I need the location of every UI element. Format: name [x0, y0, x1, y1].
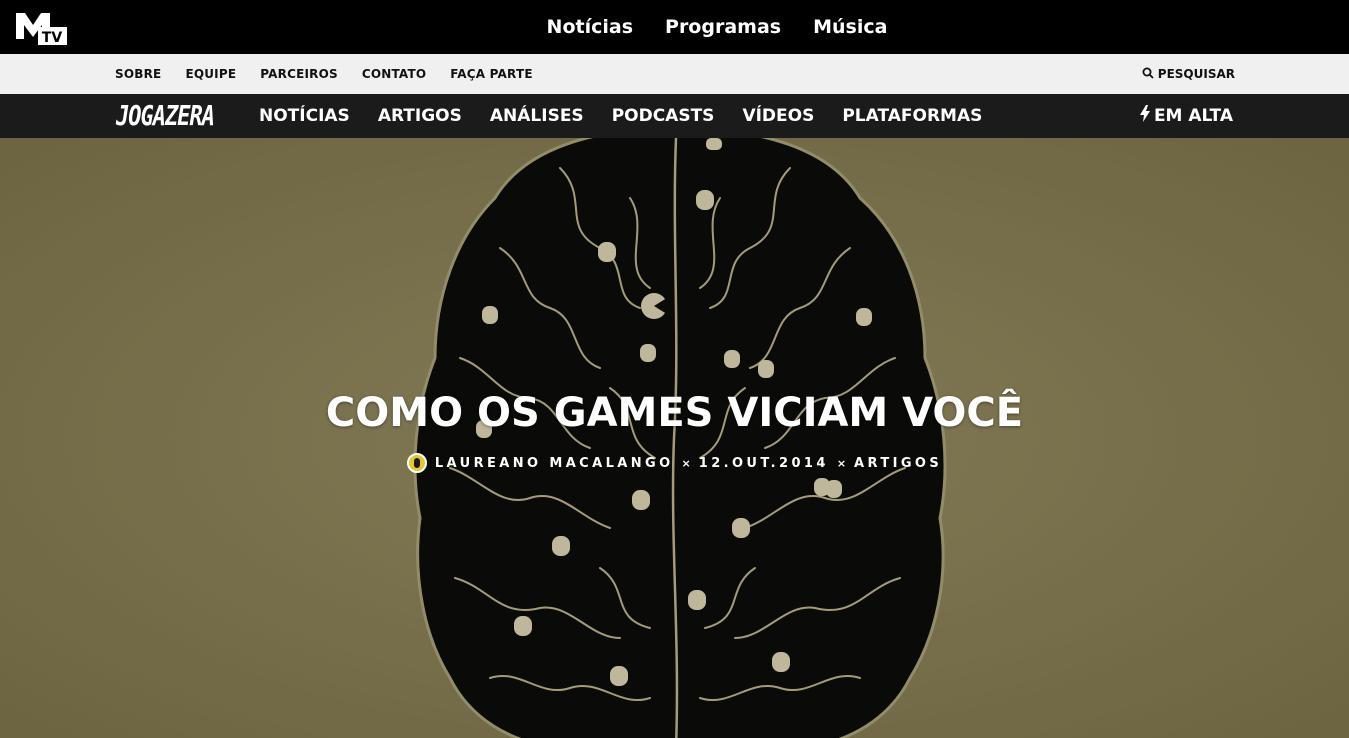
jg-nav-videos[interactable]: VÍDEOS [742, 106, 814, 126]
jg-nav-noticias[interactable]: NOTÍCIAS [259, 106, 350, 126]
jg-nav-analises[interactable]: ANÁLISES [490, 106, 584, 126]
jg-nav-artigos[interactable]: ARTIGOS [378, 106, 462, 126]
mtv-header: TV Notícias Programas Música [0, 0, 1349, 54]
article-title[interactable]: COMO OS GAMES VICIAM VOCÊ [0, 390, 1349, 436]
article-date: 12.OUT.2014 [698, 455, 829, 471]
subnav-faca-parte[interactable]: FAÇA PARTE [450, 67, 532, 81]
search-icon [1142, 67, 1154, 82]
subnav-parceiros[interactable]: PARCEIROS [260, 67, 338, 81]
jogazera-nav: NOTÍCIAS ARTIGOS ANÁLISES PODCASTS VÍDEO… [259, 94, 982, 138]
secondary-nav: SOBRE EQUIPE PARCEIROS CONTATO FAÇA PART… [115, 54, 533, 94]
article-author[interactable]: LAUREANO MACALANGO [435, 456, 674, 471]
subnav-contato[interactable]: CONTATO [362, 67, 426, 81]
jogazera-nav-bar: JOGAZERA NOTÍCIAS ARTIGOS ANÁLISES PODCA… [0, 94, 1349, 138]
trending-button[interactable]: EM ALTA [1139, 94, 1233, 138]
jogazera-logo[interactable]: JOGAZERA [116, 101, 215, 132]
secondary-nav-bar: SOBRE EQUIPE PARCEIROS CONTATO FAÇA PART… [0, 54, 1349, 94]
jg-nav-podcasts[interactable]: PODCASTS [612, 106, 715, 126]
article-hero[interactable]: COMO OS GAMES VICIAM VOCÊ LAUREANO MACAL… [0, 138, 1349, 738]
hero-overlay [0, 138, 1349, 738]
search-button[interactable]: PESQUISAR [1142, 54, 1235, 94]
author-avatar[interactable] [406, 453, 427, 473]
article-category[interactable]: ARTIGOS [854, 456, 942, 471]
mtv-main-nav: Notícias Programas Música [0, 0, 1349, 54]
mtv-nav-noticias[interactable]: Notícias [547, 16, 633, 38]
meta-separator: × [836, 456, 847, 470]
jg-nav-plataformas[interactable]: PLATAFORMAS [842, 106, 982, 126]
subnav-sobre[interactable]: SOBRE [115, 67, 161, 81]
mtv-nav-programas[interactable]: Programas [665, 16, 781, 38]
trending-label: EM ALTA [1153, 106, 1233, 126]
article-meta: LAUREANO MACALANGO × 12.OUT.2014 × ARTIG… [0, 453, 1349, 473]
lightning-icon [1139, 105, 1150, 127]
mtv-nav-musica[interactable]: Música [813, 16, 887, 38]
meta-separator: × [681, 456, 691, 470]
search-label: PESQUISAR [1157, 67, 1235, 81]
subnav-equipe[interactable]: EQUIPE [185, 67, 236, 81]
